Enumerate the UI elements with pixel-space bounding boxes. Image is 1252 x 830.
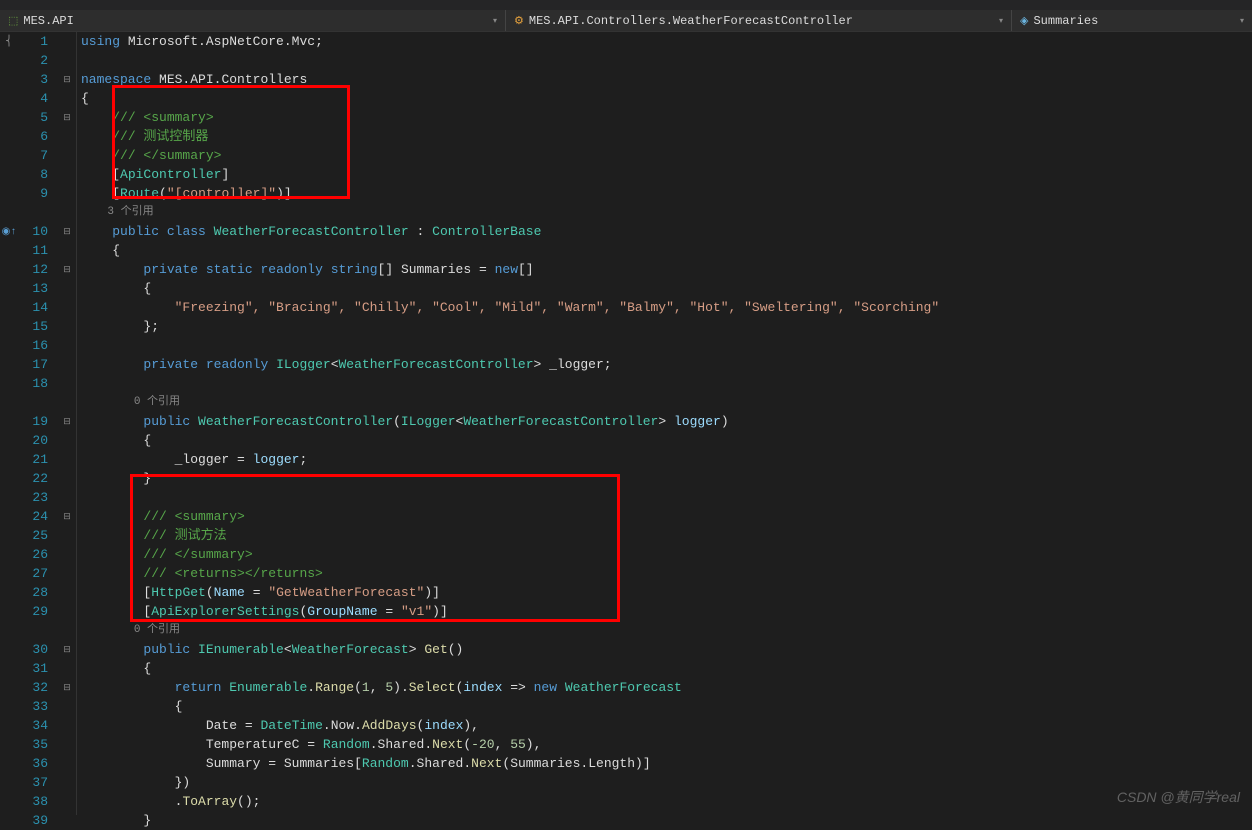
fold-toggle[interactable]: ⊟: [58, 412, 76, 431]
navigation-bar: ⬚ MES.API ▾ ⚙ MES.API.Controllers.Weathe…: [0, 10, 1252, 32]
xml-doc-summary: /// <summary>: [143, 509, 244, 524]
fold-toggle[interactable]: ⊟: [58, 260, 76, 279]
nav-project-text: MES.API: [23, 14, 73, 28]
indicator-column: ⎨ ◉↑: [0, 32, 18, 815]
httpget-name-string: "GetWeatherForecast": [268, 585, 424, 600]
editor-margin: ⎨ ◉↑ 1234 5678 91011 12131415 161718 192…: [0, 32, 76, 815]
watermark: CSDN @黄同学real: [1117, 787, 1240, 807]
field-icon: ◈: [1020, 14, 1028, 28]
nav-class-text: MES.API.Controllers.WeatherForecastContr…: [529, 14, 853, 28]
xml-doc-summary: /// <summary>: [112, 110, 213, 125]
route-string: "[controller]": [167, 186, 276, 201]
chevron-down-icon: ▾: [1240, 16, 1244, 26]
fold-column: ⊟ ⊟ ⊟ ⊟ ⊟ ⊟ ⊟ ⊟: [58, 32, 76, 815]
fold-toggle[interactable]: ⊟: [58, 678, 76, 697]
chevron-down-icon: ▾: [493, 16, 497, 26]
line-numbers: 1234 5678 91011 12131415 161718 1920 212…: [18, 32, 58, 815]
code-content[interactable]: using Microsoft.AspNetCore.Mvc; namespac…: [76, 32, 1252, 815]
xml-doc-returns: /// <returns></returns>: [143, 566, 322, 581]
fold-toggle[interactable]: ⊟: [58, 507, 76, 526]
codelens-references[interactable]: 0 个引用: [134, 396, 180, 408]
fold-toggle[interactable]: ⊟: [58, 640, 76, 659]
codelens-references[interactable]: 0 个引用: [134, 624, 180, 636]
nav-member-text: Summaries: [1033, 14, 1098, 28]
csharp-icon: ⬚: [8, 14, 18, 28]
fold-toggle[interactable]: ⊟: [58, 108, 76, 127]
code-editor[interactable]: ⎨ ◉↑ 1234 5678 91011 12131415 161718 192…: [0, 32, 1252, 815]
summaries-array: "Freezing", "Bracing", "Chilly", "Cool",…: [175, 300, 940, 315]
xml-doc-text: /// 测试控制器: [112, 129, 208, 144]
nav-member[interactable]: ◈ Summaries ▾: [1012, 10, 1252, 31]
fold-toggle[interactable]: ⊟: [58, 70, 76, 89]
codelens-references[interactable]: 3 个引用: [107, 206, 153, 218]
nav-class[interactable]: ⚙ MES.API.Controllers.WeatherForecastCon…: [506, 10, 1011, 31]
class-icon: ⚙: [514, 14, 524, 28]
nav-project[interactable]: ⬚ MES.API ▾: [0, 10, 505, 31]
tab-bar: [0, 0, 1252, 10]
chevron-down-icon: ▾: [999, 16, 1003, 26]
apiexplorer-group-string: "v1": [401, 604, 432, 619]
xml-doc-summary-close: /// </summary>: [112, 148, 221, 163]
fold-toggle[interactable]: ⊟: [58, 222, 76, 241]
xml-doc-text: /// 测试方法: [143, 528, 226, 543]
xml-doc-summary-close: /// </summary>: [143, 547, 252, 562]
